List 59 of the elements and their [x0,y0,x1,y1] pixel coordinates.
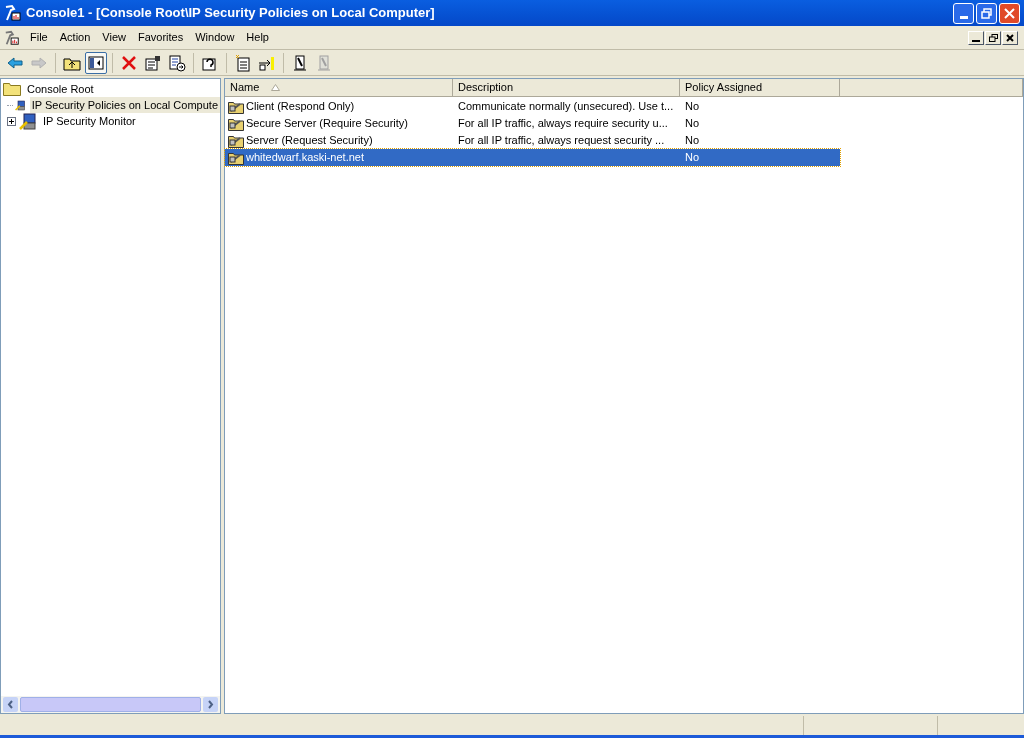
policy-assigned: No [685,100,700,113]
policy-name: Secure Server (Require Security) [246,116,408,132]
minimize-icon [972,39,980,42]
policy-folder-icon [228,150,244,165]
policy-description: Communicate normally (unsecured). Use t... [458,100,674,113]
restore-icon [981,7,992,19]
unassign-policy-icon [291,53,309,72]
column-header[interactable]: Description [453,79,680,97]
menu-item[interactable]: File [24,29,54,46]
restore-icon [988,33,998,42]
policy-name: whitedwarf.kaski-net.net [246,150,364,166]
list-row[interactable]: Secure Server (Require Security) For all IP traffic, always require security u... No [225,115,840,132]
tree-item[interactable]: Console Root [25,80,96,98]
delete-icon [120,53,138,72]
horizontal-scrollbar[interactable] [1,696,220,713]
column-header[interactable]: Name [225,79,453,97]
minimize-button[interactable] [968,30,984,45]
pane-toggle-icon [87,53,105,72]
policy-assigned: No [685,134,700,147]
close-icon [1006,33,1014,42]
folder-icon [3,82,21,96]
list-row[interactable]: whitedwarf.kaski-net.net No [225,149,840,166]
properties-icon [144,53,162,72]
policy-assigned: No [685,117,700,130]
plus-icon [8,117,15,125]
expand-toggle[interactable] [7,116,16,126]
menu-item[interactable]: Favorites [131,29,190,46]
menu-item[interactable]: Action [53,29,97,46]
policy-name: Server (Request Security) [246,133,373,149]
policy-folder-icon [228,133,244,148]
toolbar-button[interactable] [85,51,107,74]
menu-item[interactable]: Window [189,29,241,46]
tree-item[interactable]: IP Security Monitor [41,112,138,130]
list-row[interactable]: Server (Request Security) For all IP traffic, always request security ... No [225,132,840,149]
scrollbar-thumb[interactable] [20,697,201,712]
column-header[interactable]: Policy Assigned [680,79,840,97]
close-button[interactable] [1002,30,1018,45]
menu-item[interactable]: View [96,29,132,46]
policy-description: For all IP traffic, always request security ... [458,134,665,147]
scroll-left-icon [3,697,18,712]
new-policy-icon [234,53,252,72]
policy-assigned: No [685,151,700,164]
window-title: Console1 - [Console Root\IP Security Policies on Local Computer] [26,4,435,23]
sort-ascending-icon [271,84,281,91]
unassign-policy-icon [315,53,333,72]
list-row[interactable]: Client (Respond Only) Communicate normally (unsecured). Use t... No [225,98,840,115]
policy-description: For all IP traffic, always require security u... [458,117,668,130]
close-icon [1004,7,1015,19]
export-list-icon [168,53,186,72]
policy-name: Client (Respond Only) [246,99,355,115]
minimize-icon [959,15,968,19]
policy-folder-icon [228,116,244,131]
menu-item[interactable]: Help [240,29,275,46]
tree-item[interactable]: IP Security Policies on Local Compute [29,96,220,114]
restore-button[interactable] [985,30,1001,45]
policy-folder-icon [228,99,244,114]
console-app-icon [4,4,22,22]
console-app-icon [4,29,20,46]
scroll-right-icon [203,697,218,712]
